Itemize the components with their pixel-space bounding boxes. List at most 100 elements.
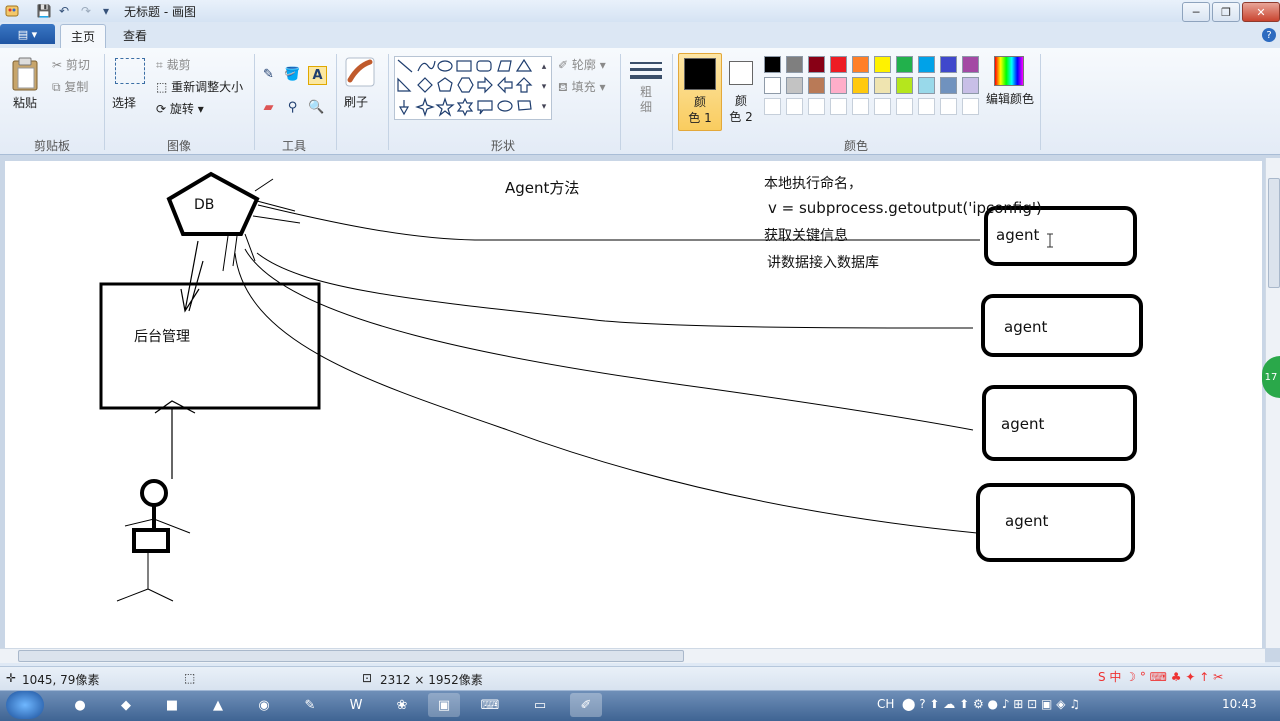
taskbar-app-icon[interactable]: ❀ [386, 693, 418, 717]
brushes-button[interactable]: 刷子 [344, 56, 380, 122]
fill-button[interactable]: ⛾ 填充 ▾ [558, 78, 606, 96]
custom-color-slot[interactable] [918, 98, 935, 115]
edit-colors-button[interactable]: 编辑颜色 [986, 56, 1034, 116]
tab-view[interactable]: 查看 [112, 24, 158, 47]
paint-app-icon[interactable] [4, 3, 20, 19]
taskbar-app-icon[interactable]: ● [64, 693, 96, 717]
eraser-icon[interactable]: ▰ [260, 99, 277, 116]
palette-swatch[interactable] [808, 56, 825, 73]
custom-color-slot[interactable] [808, 98, 825, 115]
palette-swatch[interactable] [852, 77, 869, 94]
word-icon[interactable]: W [340, 693, 372, 717]
pencil-icon[interactable]: ✎ [260, 66, 277, 83]
palette-swatch[interactable] [940, 77, 957, 94]
cursor-position: 1045, 79像素 [22, 673, 100, 687]
terminal-icon[interactable]: ⌨ [474, 693, 506, 717]
crop-label: 裁剪 [166, 58, 191, 72]
rotate-button[interactable]: ⟳ 旋转 ▾ [156, 100, 204, 117]
magnifier-icon[interactable]: 🔍 [308, 99, 325, 116]
paste-button[interactable]: 粘贴 [10, 56, 44, 116]
note-line-1: 本地执行命名， [764, 176, 862, 192]
palette-swatch[interactable] [896, 56, 913, 73]
maximize-button[interactable]: ❐ [1212, 2, 1240, 22]
fill-bucket-icon[interactable]: 🪣 [284, 66, 301, 83]
palette-swatch[interactable] [786, 77, 803, 94]
palette-swatch[interactable] [940, 56, 957, 73]
color2-button[interactable]: 颜色 2 [722, 53, 760, 129]
palette-swatch[interactable] [764, 77, 781, 94]
color1-button[interactable]: 颜色 1 [678, 53, 722, 131]
undo-icon[interactable]: ↶ [56, 3, 72, 19]
redo-icon[interactable]: ↷ [78, 3, 94, 19]
palette-swatch[interactable] [830, 56, 847, 73]
resize-button[interactable]: ⬚ 重新调整大小 [156, 78, 243, 95]
palette-swatch[interactable] [918, 56, 935, 73]
note-line-2: v = subprocess.getoutput('ipconfig') [768, 199, 1042, 217]
drawing-canvas[interactable]: DB Agent方法 本地执行命名， v = subprocess.getout… [5, 161, 1262, 648]
custom-color-slot[interactable] [830, 98, 847, 115]
palette-swatch[interactable] [918, 77, 935, 94]
palette-swatch[interactable] [874, 77, 891, 94]
vertical-scroll-thumb[interactable] [1268, 178, 1280, 288]
palette-swatch[interactable] [786, 56, 803, 73]
color-picker-icon[interactable]: ⚲ [284, 99, 301, 116]
agent-label-4: agent [1005, 512, 1049, 530]
notepad-icon[interactable]: ✎ [294, 693, 326, 717]
shapes-scroll-icon[interactable]: ▴ ▾ ▾ [538, 57, 550, 117]
taskbar-app-icon[interactable]: ■ [156, 693, 188, 717]
palette-swatch[interactable] [830, 77, 847, 94]
start-button[interactable] [6, 691, 44, 719]
palette-swatch[interactable] [962, 77, 979, 94]
custom-color-slot[interactable] [962, 98, 979, 115]
color1-label-line1: 颜 [693, 95, 706, 109]
taskbar-app-icon[interactable]: ◆ [110, 693, 142, 717]
outline-button[interactable]: ✐ 轮廓 ▾ [558, 56, 606, 73]
ribbon-divider [336, 54, 337, 150]
custom-color-slot[interactable] [896, 98, 913, 115]
text-cursor-icon [1047, 233, 1053, 248]
shapes-gallery[interactable] [394, 56, 552, 120]
help-icon[interactable]: ? [1262, 28, 1276, 42]
palette-swatch[interactable] [852, 56, 869, 73]
close-button[interactable]: ✕ [1242, 2, 1280, 22]
horizontal-scrollbar[interactable] [0, 648, 1265, 663]
fill-icon: ⛾ [558, 80, 568, 94]
minimize-button[interactable]: ─ [1182, 2, 1210, 22]
horizontal-scroll-thumb[interactable] [18, 650, 684, 662]
vertical-scrollbar[interactable] [1265, 158, 1280, 648]
language-indicator[interactable]: CH [877, 697, 894, 711]
custom-color-slot[interactable] [764, 98, 781, 115]
save-icon[interactable]: 💾 [36, 3, 52, 19]
window-title: 无标题 - 画图 [124, 5, 196, 19]
image-group-label: 图像 [166, 139, 191, 153]
diagram-title: Agent方法 [505, 179, 580, 197]
brush-icon [345, 57, 375, 87]
crop-button[interactable]: ⌗ 裁剪 [156, 56, 191, 73]
tab-home[interactable]: 主页 [60, 24, 106, 48]
palette-swatch[interactable] [896, 77, 913, 94]
cut-button[interactable]: ✂ 剪切 [52, 56, 90, 73]
chrome-icon[interactable]: ◉ [248, 693, 280, 717]
text-tool-icon[interactable]: A [308, 66, 327, 85]
select-button[interactable]: 选择 [112, 58, 148, 118]
copy-button[interactable]: ⧉ 复制 [52, 78, 88, 95]
palette-swatch[interactable] [808, 77, 825, 94]
custom-color-slot[interactable] [786, 98, 803, 115]
clock[interactable]: 10:43 [1222, 697, 1257, 711]
select-label: 选择 [112, 96, 137, 110]
palette-swatch[interactable] [874, 56, 891, 73]
folder-icon[interactable]: ▭ [524, 693, 556, 717]
taskbar-app-icon[interactable]: ▲ [202, 693, 234, 717]
size-button[interactable]: 粗细 [628, 58, 664, 115]
taskbar-app-icon[interactable]: ▣ [428, 693, 460, 717]
paint-taskbar-icon[interactable]: ✐ [570, 693, 602, 717]
customize-toolbar-dropdown-icon[interactable]: ▾ [98, 3, 114, 19]
custom-color-slot[interactable] [874, 98, 891, 115]
custom-color-slot[interactable] [940, 98, 957, 115]
system-tray-icons[interactable]: ⬤ ? ⬆ ☁ ⬆ ⚙ ● ♪ ⊞ ⊡ ▣ ◈ ♫ [902, 697, 1080, 711]
palette-swatch[interactable] [764, 56, 781, 73]
ime-toolbar[interactable]: S 中 ☽ ° ⌨ ♣ ✦ ↑ ✂ [1098, 668, 1223, 685]
palette-swatch[interactable] [962, 56, 979, 73]
file-menu-button[interactable]: ▤ ▾ [0, 24, 55, 44]
custom-color-slot[interactable] [852, 98, 869, 115]
